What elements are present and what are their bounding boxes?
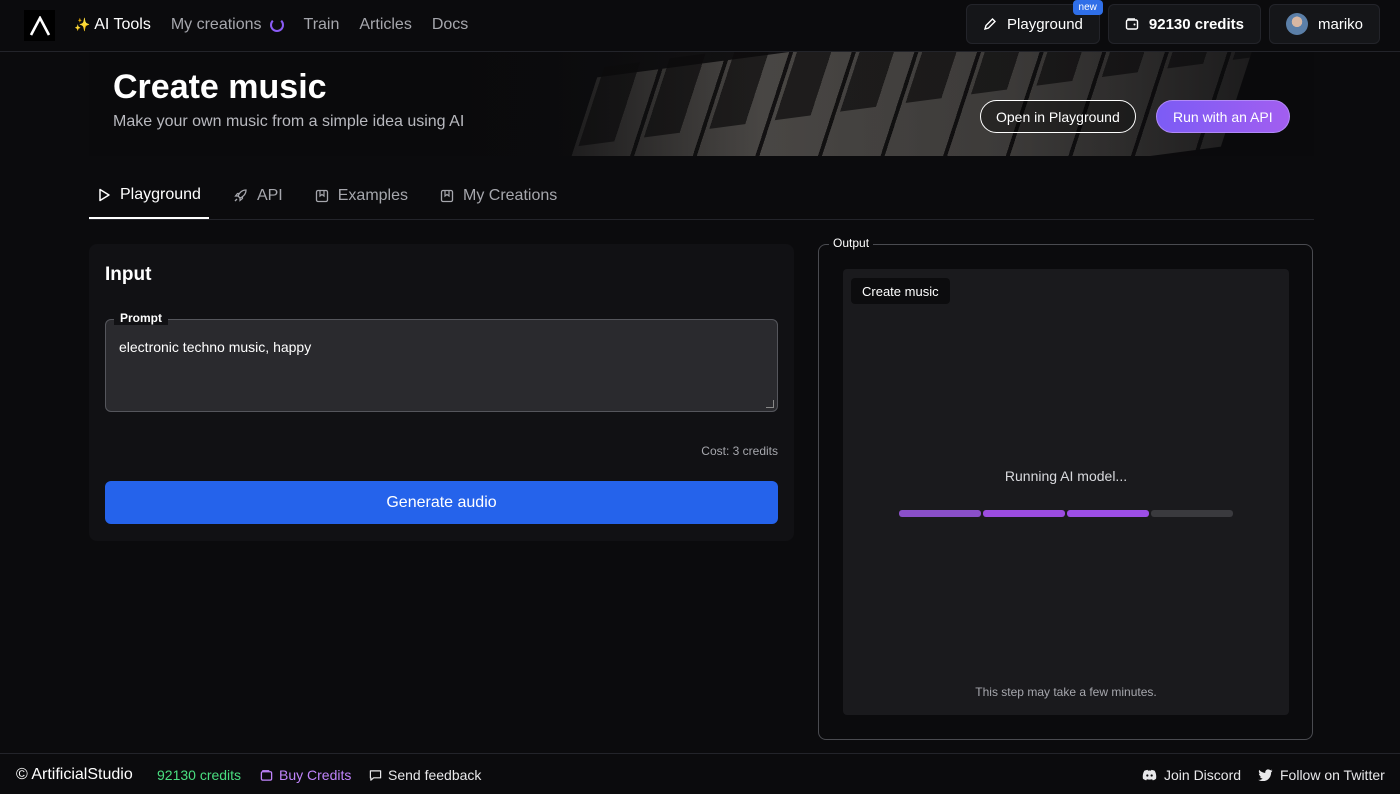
wallet-icon bbox=[1125, 18, 1139, 30]
tab-examples-label: Examples bbox=[337, 186, 408, 204]
username: mariko bbox=[1317, 15, 1363, 33]
sparkle-icon: ✨ bbox=[74, 17, 91, 32]
footer-brand[interactable]: © ArtificialStudio bbox=[16, 766, 133, 784]
page-title: Create music bbox=[113, 68, 327, 106]
nav-train[interactable]: Train bbox=[304, 16, 340, 34]
playground-button[interactable]: Playground new bbox=[966, 0, 1103, 44]
loading-spinner-icon bbox=[269, 18, 284, 32]
open-in-playground-button[interactable]: Open in Playground bbox=[980, 100, 1136, 133]
credits-button-label: 92130 credits bbox=[1148, 15, 1244, 33]
run-with-api-button[interactable]: Run with an API bbox=[1156, 100, 1290, 133]
follow-twitter-link[interactable]: Follow on Twitter bbox=[1258, 767, 1385, 783]
hero-banner: Create music Make your own music from a … bbox=[89, 52, 1314, 156]
discord-icon bbox=[1142, 769, 1157, 781]
tab-my-creations[interactable]: My Creations bbox=[432, 172, 565, 219]
tab-playground[interactable]: Playground bbox=[89, 172, 209, 219]
progress-segment bbox=[899, 510, 981, 517]
cost-label: Cost: 3 credits bbox=[701, 444, 778, 458]
bookmark-icon bbox=[440, 189, 454, 202]
nav-ai-tools[interactable]: ✨ AI Tools bbox=[74, 16, 151, 34]
page-subtitle: Make your own music from a simple idea u… bbox=[113, 113, 465, 130]
prompt-textarea[interactable]: Prompt electronic techno music, happy bbox=[105, 311, 778, 412]
logo[interactable] bbox=[24, 10, 55, 41]
wait-hint: This step may take a few minutes. bbox=[975, 685, 1157, 699]
generate-audio-button[interactable]: Generate audio bbox=[105, 481, 778, 524]
input-card: Input Prompt electronic techno music, ha… bbox=[89, 244, 794, 541]
play-icon bbox=[99, 188, 110, 201]
nav-ai-tools-label: AI Tools bbox=[94, 16, 151, 33]
send-feedback-label: Send feedback bbox=[388, 767, 482, 783]
prompt-value: electronic techno music, happy bbox=[119, 339, 312, 355]
new-badge: new bbox=[1072, 0, 1103, 15]
progress-segment bbox=[1151, 510, 1233, 517]
join-discord-label: Join Discord bbox=[1164, 767, 1242, 783]
progress-segment bbox=[1067, 510, 1149, 517]
progress-segment bbox=[983, 510, 1065, 517]
nav-my-creations-label: My creations bbox=[170, 16, 262, 33]
tabs: Playground API Examples My Creations bbox=[89, 172, 1314, 220]
nav-articles-label: Articles bbox=[359, 16, 412, 33]
input-title: Input bbox=[105, 264, 152, 285]
bookmark-icon bbox=[315, 189, 328, 202]
pencil-icon bbox=[983, 18, 997, 31]
twitter-icon bbox=[1258, 769, 1273, 781]
join-discord-link[interactable]: Join Discord bbox=[1142, 767, 1241, 783]
task-chip: Create music bbox=[851, 278, 950, 304]
buy-credits-label: Buy Credits bbox=[279, 767, 352, 783]
user-menu-button[interactable]: mariko bbox=[1268, 4, 1380, 44]
status-text: Running AI model... bbox=[1004, 468, 1128, 484]
nav-train-label: Train bbox=[303, 16, 340, 33]
wallet-icon bbox=[260, 769, 273, 781]
resize-handle-icon[interactable] bbox=[766, 400, 774, 408]
footer: © ArtificialStudio 92130 credits Buy Cre… bbox=[0, 753, 1400, 794]
rocket-icon bbox=[234, 189, 247, 202]
tab-my-creations-label: My Creations bbox=[463, 186, 558, 204]
logo-a-icon bbox=[29, 15, 50, 36]
credits-button[interactable]: 92130 credits bbox=[1107, 4, 1261, 44]
tab-api[interactable]: API bbox=[225, 172, 291, 219]
output-area: Create music Running AI model... This st… bbox=[843, 269, 1289, 715]
playground-button-label: Playground bbox=[1007, 15, 1083, 33]
buy-credits-link[interactable]: Buy Credits bbox=[260, 767, 351, 783]
progress-bar bbox=[899, 510, 1233, 517]
top-nav: ✨ AI Tools My creations Train Articles D… bbox=[0, 0, 1400, 52]
nav-right: Playground new 92130 credits mariko bbox=[966, 0, 1380, 44]
tab-playground-label: Playground bbox=[120, 185, 201, 203]
nav-my-creations[interactable]: My creations bbox=[171, 16, 284, 34]
nav-docs-label: Docs bbox=[431, 16, 469, 33]
footer-credits: 92130 credits bbox=[157, 767, 242, 783]
follow-twitter-label: Follow on Twitter bbox=[1280, 767, 1385, 783]
output-panel: Output Create music Running AI model... … bbox=[818, 236, 1313, 740]
tab-examples[interactable]: Examples bbox=[307, 172, 416, 219]
output-label: Output bbox=[829, 236, 874, 250]
nav-links: ✨ AI Tools My creations Train Articles D… bbox=[74, 0, 468, 50]
avatar bbox=[1285, 13, 1308, 35]
chat-icon bbox=[369, 769, 382, 781]
prompt-label: Prompt bbox=[114, 311, 168, 325]
tab-api-label: API bbox=[256, 186, 283, 204]
nav-docs[interactable]: Docs bbox=[432, 16, 468, 34]
nav-articles[interactable]: Articles bbox=[359, 16, 411, 34]
send-feedback-link[interactable]: Send feedback bbox=[369, 767, 481, 783]
